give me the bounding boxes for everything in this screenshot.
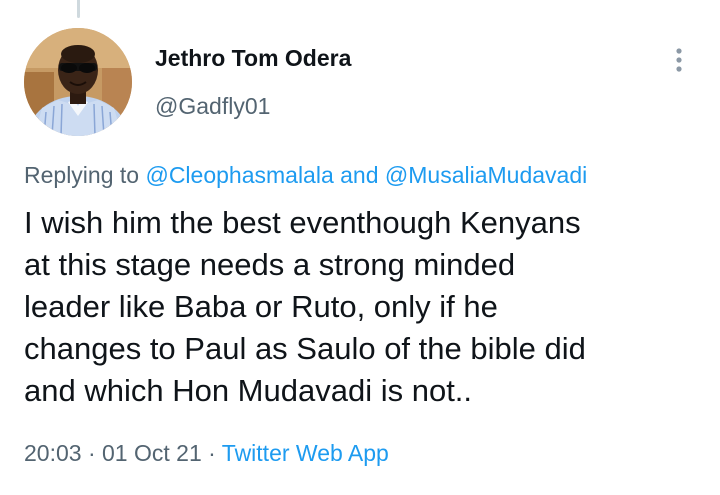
user-handle[interactable]: @Gadfly01 bbox=[155, 93, 270, 120]
avatar-photo bbox=[24, 28, 132, 136]
more-vertical-icon bbox=[676, 48, 682, 72]
tweet-time[interactable]: 20:03 bbox=[24, 440, 82, 466]
display-name[interactable]: Jethro Tom Odera bbox=[155, 45, 351, 72]
meta-separator: · bbox=[208, 440, 216, 466]
meta-separator: · bbox=[87, 440, 96, 466]
tweet-text-line: at this stage needs a strong minded bbox=[24, 247, 516, 282]
mention-link-musaliamudavadi[interactable]: @MusaliaMudavadi bbox=[385, 162, 587, 188]
mention-link-cleophasmalala[interactable]: @Cleophasmalala bbox=[145, 162, 333, 188]
tweet-date[interactable]: 01 Oct 21 bbox=[102, 440, 202, 466]
mention-connector: and bbox=[340, 162, 379, 188]
tweet-text-line: and which Hon Mudavadi is not.. bbox=[24, 373, 473, 408]
tweet-text-line: leader like Baba or Ruto, only if he bbox=[24, 289, 498, 324]
tweet-text-line: I wish him the best eventhough Kenyans bbox=[24, 205, 581, 240]
avatar[interactable] bbox=[24, 28, 132, 136]
tweet-metadata: 20:03 · 01 Oct 21 · Twitter Web App bbox=[24, 440, 389, 467]
thread-connector-line bbox=[77, 0, 80, 18]
tweet-source-link[interactable]: Twitter Web App bbox=[222, 440, 389, 466]
replying-to-label: Replying to bbox=[24, 162, 140, 188]
replying-to-line: Replying to @Cleophasmalala and @Musalia… bbox=[24, 162, 587, 189]
tweet-text-line: changes to Paul as Saulo of the bible di… bbox=[24, 331, 586, 366]
tweet-text: I wish him the best eventhough Kenyans a… bbox=[24, 202, 704, 412]
more-options-button[interactable] bbox=[664, 40, 694, 80]
